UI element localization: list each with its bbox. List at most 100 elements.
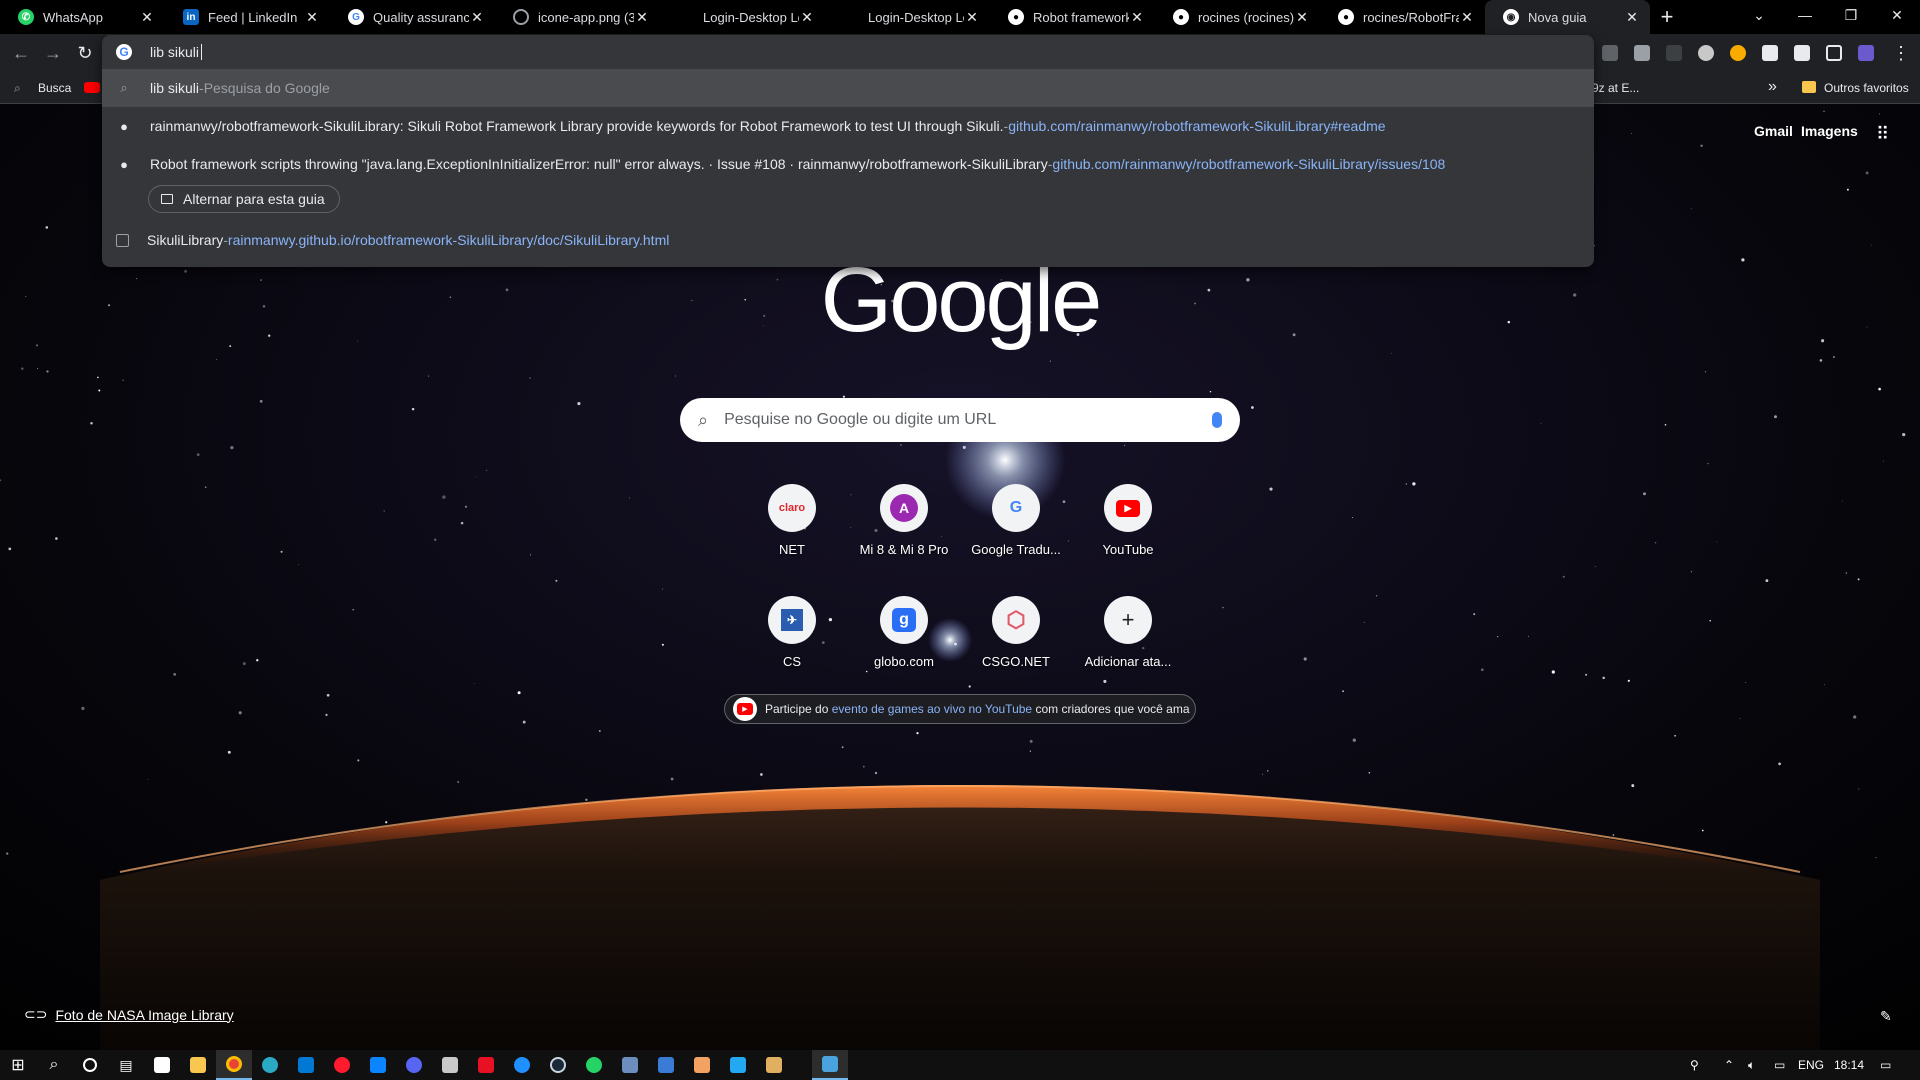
close-icon[interactable]: ✕ [1129,9,1145,25]
app-icon[interactable] [504,1050,540,1080]
tray-chevron-icon[interactable]: ⌃ [1724,1050,1734,1080]
shortcut-youtube[interactable]: ▶ YouTube [1072,468,1184,568]
extension-icon[interactable] [1634,45,1650,61]
app-icon[interactable] [648,1050,684,1080]
cortana-icon[interactable] [72,1050,108,1080]
back-icon[interactable]: ← [10,42,32,64]
vscode-icon[interactable] [288,1050,324,1080]
window-close-icon[interactable]: ✕ [1874,0,1920,30]
chrome-taskbar-icon[interactable] [216,1050,252,1080]
app-icon[interactable] [684,1050,720,1080]
gmail-link[interactable]: Gmail [1754,123,1793,139]
close-icon[interactable]: ✕ [799,9,815,25]
star [1585,673,1588,676]
extension-icon[interactable] [1730,45,1746,61]
star [1562,575,1565,578]
promo-link[interactable]: evento de games ao vivo no YouTube [832,702,1032,716]
discord-icon[interactable] [396,1050,432,1080]
clock[interactable]: 18:14 [1834,1050,1864,1080]
network-icon[interactable]: ▭ [1774,1050,1785,1080]
steam-icon[interactable] [540,1050,576,1080]
tab-login-desktop-2[interactable]: Login-Desktop Log ✕ [825,0,990,34]
shortcut-globo[interactable]: g globo.com [848,580,960,680]
shortcut-csgonet[interactable]: ⬡ CSGO.NET [960,580,1072,680]
vscode-icon[interactable] [720,1050,756,1080]
background-credit[interactable]: ⊂⊃ Foto de NASA Image Library [24,1006,234,1023]
tab-icone-app[interactable]: icone-app.png (37 ✕ [495,0,660,34]
people-icon[interactable]: ⚲ [1690,1050,1699,1080]
file-explorer-icon[interactable] [180,1050,216,1080]
tab-linkedin[interactable]: in Feed | LinkedIn ✕ [165,0,330,34]
shortcut-cs[interactable]: ✈ CS [736,580,848,680]
menu-icon[interactable]: ⋮ [1890,42,1912,64]
bookmark-partial[interactable]: 9z at E... [1592,81,1639,95]
whatsapp-icon[interactable] [576,1050,612,1080]
extension-icon[interactable] [1698,45,1714,61]
close-icon[interactable]: ✕ [469,9,485,25]
star [763,325,764,327]
search-box[interactable]: ⌕ [680,398,1240,442]
tab-login-desktop-1[interactable]: Login-Desktop Log ✕ [660,0,825,34]
bookmark-busca[interactable]: Busca [38,81,71,95]
tab-quality-assurance[interactable]: G Quality assurance ✕ [330,0,495,34]
tab-rocines-robotframework[interactable]: ● rocines/RobotFram ✕ [1320,0,1485,34]
profile-avatar[interactable] [1858,45,1874,61]
bookmark-outros-favoritos[interactable]: Outros favoritos [1824,81,1909,95]
shortcut-net[interactable]: claro NET [736,468,848,568]
close-icon[interactable]: ✕ [1294,9,1310,25]
suggestion-sikulilibrary-doc[interactable]: SikuliLibrary - rainmanwy.github.io/robo… [102,221,1594,259]
close-icon[interactable]: ✕ [304,9,320,25]
app-icon[interactable] [812,1050,848,1080]
tab-robot-framework[interactable]: ● Robot framework ✕ [990,0,1155,34]
tab-rocines[interactable]: ● rocines (rocines) / ✕ [1155,0,1320,34]
app-icon[interactable] [468,1050,504,1080]
media-control-icon[interactable] [1794,45,1810,61]
bookmarks-overflow-icon[interactable]: » [1768,78,1777,96]
shortcut-mi8[interactable]: A Mi 8 & Mi 8 Pro [848,468,960,568]
app-icon[interactable] [612,1050,648,1080]
switch-to-tab-button[interactable]: Alternar para esta guia [148,185,340,213]
shortcut-add[interactable]: + Adicionar ata... [1072,580,1184,680]
puzzle-icon[interactable] [1762,45,1778,61]
suggestion-search[interactable]: ⌕ lib sikuli - Pesquisa do Google [102,69,1594,107]
notifications-icon[interactable]: ▭ [1880,1050,1891,1080]
omnibox-input[interactable]: G lib sikuli [102,35,1594,69]
edge-icon[interactable] [252,1050,288,1080]
customize-pencil-icon[interactable]: ✎ [1880,1008,1892,1025]
store-icon[interactable] [144,1050,180,1080]
extension-icon[interactable] [1602,45,1618,61]
apps-grid-icon[interactable]: ⠿ [1876,124,1889,145]
app-icon[interactable] [756,1050,792,1080]
extension-icon[interactable] [1666,45,1682,61]
language-indicator[interactable]: ENG [1798,1050,1824,1080]
youtube-icon[interactable] [84,82,100,93]
mail-icon[interactable] [360,1050,396,1080]
side-panel-icon[interactable] [1826,45,1842,61]
close-icon[interactable]: ✕ [964,9,980,25]
task-view-icon[interactable]: ▤ [108,1050,144,1080]
close-icon[interactable]: ✕ [139,9,155,25]
reload-icon[interactable]: ↻ [74,42,96,64]
volume-icon[interactable]: 🔈︎ [1748,1050,1755,1080]
minimize-icon[interactable]: — [1782,0,1828,30]
search-icon[interactable]: ⌕ [36,1050,72,1080]
app-icon[interactable] [432,1050,468,1080]
close-icon[interactable]: ✕ [1459,9,1475,25]
shortcut-google-tradutor[interactable]: G Google Tradu... [960,468,1072,568]
tab-whatsapp[interactable]: ✆ WhatsApp ✕ [0,0,165,34]
suggestion-github-readme[interactable]: ● rainmanwy/robotframework-SikuliLibrary… [102,107,1594,145]
microphone-icon[interactable] [1212,412,1222,428]
search-input[interactable] [724,411,1185,429]
images-link[interactable]: Imagens [1801,123,1858,139]
promo-banner[interactable]: ▶ Participe do evento de games ao vivo n… [724,694,1196,724]
forward-icon[interactable]: → [42,42,64,64]
close-icon[interactable]: ✕ [1624,9,1640,25]
tab-nova-guia[interactable]: ◉ Nova guia ✕ [1485,0,1650,34]
opera-icon[interactable] [324,1050,360,1080]
new-tab-button[interactable]: + [1650,0,1684,34]
suggestion-github-issue[interactable]: ● Robot framework scripts throwing "java… [102,145,1594,183]
windows-start-icon[interactable]: ⊞ [0,1050,36,1080]
restore-icon[interactable]: ❐ [1828,0,1874,30]
close-icon[interactable]: ✕ [634,9,650,25]
tab-search-icon[interactable]: ⌄ [1736,0,1782,30]
